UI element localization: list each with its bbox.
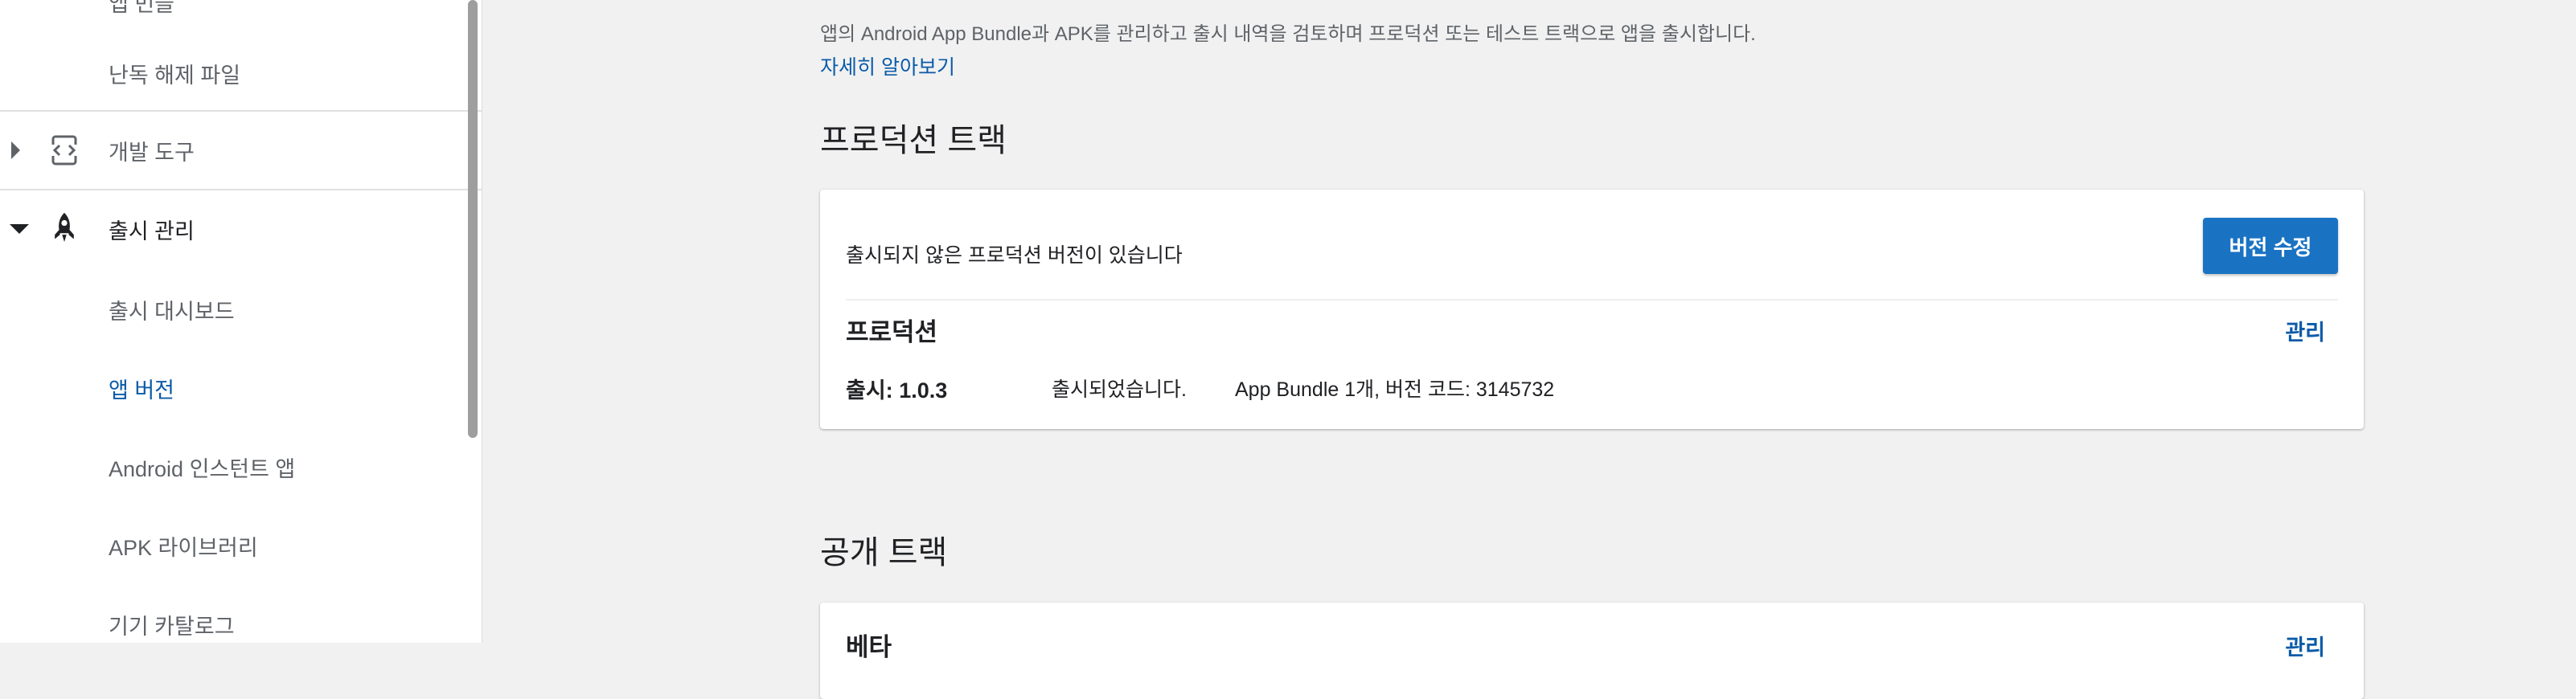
sidebar-item-label: 출시 대시보드 — [109, 299, 235, 324]
unreleased-notice: 출시되지 않은 프로덕션 버전이 있습니다 — [846, 244, 1183, 267]
sidebar-item-label: APK 라이브러리 — [109, 535, 258, 560]
release-version-number: 1.0.3 — [899, 378, 948, 403]
sidebar-item-label: 개발 도구 — [109, 140, 195, 165]
chevron-down-icon[interactable] — [10, 224, 29, 234]
open-track-title: 공개 트랙 — [820, 535, 948, 570]
production-track-title: 프로덕션 트랙 — [820, 123, 1007, 158]
release-prefix: 출시: — [846, 378, 893, 403]
sidebar-scrollbar[interactable] — [468, 0, 478, 438]
sidebar-item-app-versions[interactable]: 앱 버전 — [0, 368, 482, 408]
production-track-card: 출시되지 않은 프로덕션 버전이 있습니다 버전 수정 프로덕션 관리 출시: … — [820, 190, 2364, 429]
card-divider — [846, 299, 2338, 300]
learn-more-link[interactable]: 자세히 알아보기 — [820, 51, 955, 80]
release-version: 출시: 1.0.3 — [846, 373, 947, 404]
sidebar-divider — [0, 189, 482, 190]
sidebar-item-label: 출시 관리 — [109, 219, 195, 243]
manage-link[interactable]: 관리 — [2285, 315, 2325, 346]
sidebar-item-label: 앱 번들 — [109, 0, 175, 16]
page-description: 앱의 Android App Bundle과 APK를 관리하고 출시 내역을 … — [820, 23, 1756, 45]
track-name: 베타 — [846, 633, 892, 661]
sidebar-item-device-catalog[interactable]: 기기 카탈로그 — [0, 604, 482, 643]
sidebar-item-deobfuscation[interactable]: 난독 해제 파일 — [0, 53, 482, 93]
sidebar-item-label: Android 인스턴트 앱 — [109, 456, 296, 481]
chevron-right-icon[interactable] — [11, 141, 20, 159]
sidebar-item-dev-tools[interactable]: 개발 도구 — [0, 130, 482, 170]
sidebar-divider — [0, 110, 482, 112]
track-name: 프로덕션 — [846, 318, 938, 346]
main-content: 앱의 Android App Bundle과 APK를 관리하고 출시 내역을 … — [482, 0, 2576, 699]
sidebar-item-apk-library[interactable]: APK 라이브러리 — [0, 525, 482, 566]
release-detail: App Bundle 1개, 버전 코드: 3145732 — [1235, 378, 1555, 401]
rocket-icon — [55, 212, 74, 243]
sidebar-item-release-dashboard[interactable]: 출시 대시보드 — [0, 289, 482, 329]
sidebar-item-release-management[interactable]: 출시 관리 — [0, 209, 482, 249]
open-track-card: 베타 관리 — [820, 603, 2364, 699]
sidebar-item-label: 기기 카탈로그 — [109, 614, 235, 639]
edit-version-button[interactable]: 버전 수정 — [2203, 218, 2338, 274]
sidebar-item-label: 앱 버전 — [109, 378, 175, 403]
sidebar-item-instant-apps[interactable]: Android 인스턴트 앱 — [0, 447, 482, 487]
code-icon — [50, 135, 79, 166]
release-status: 출시되었습니다. — [1052, 378, 1187, 401]
sidebar: 앱 번들 난독 해제 파일 개발 도구 출시 관리 출시 대시보드 앱 버전 A… — [0, 0, 482, 643]
sidebar-item-label: 난독 해제 파일 — [109, 63, 241, 88]
manage-link[interactable]: 관리 — [2285, 630, 2325, 661]
sidebar-item-app-bundle[interactable]: 앱 번들 — [0, 0, 482, 18]
